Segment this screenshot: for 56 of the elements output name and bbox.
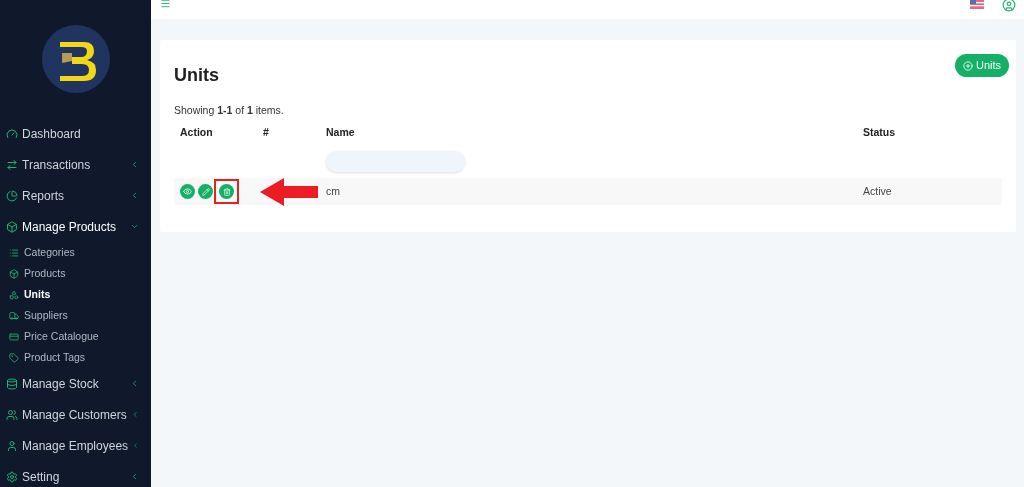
nav-item[interactable]: Setting: [0, 461, 151, 487]
nav-item[interactable]: Manage Employees: [0, 430, 151, 461]
page-title: Units: [174, 64, 219, 87]
user-icon: [6, 439, 18, 452]
name-filter-field[interactable]: [326, 151, 465, 172]
nav-subitem[interactable]: Products: [0, 263, 151, 284]
tag-icon: [9, 352, 19, 363]
nav-item[interactable]: Manage Products: [0, 211, 151, 242]
annotation-arrow: [260, 178, 318, 206]
logo: [41, 25, 110, 93]
box-icon: [6, 220, 18, 233]
users-icon: [6, 408, 18, 421]
chevron-left-icon: [130, 410, 139, 419]
list-icon: [9, 247, 19, 258]
settings-icon: [6, 470, 18, 483]
nav-item[interactable]: Dashboard: [0, 118, 151, 149]
pie-chart-icon: [6, 189, 18, 202]
nav-subitem[interactable]: Categories: [0, 242, 151, 263]
nav-subitem[interactable]: Price Catalogue: [0, 326, 151, 347]
delete-button[interactable]: [219, 184, 234, 199]
truck-icon: [9, 310, 19, 321]
nav-subitem[interactable]: Product Tags: [0, 347, 151, 368]
nav-item[interactable]: Reports: [0, 180, 151, 211]
chevron-left-icon: [130, 472, 139, 481]
nav-subitem[interactable]: Suppliers: [0, 305, 151, 326]
arrows-icon: [6, 158, 18, 171]
chevron-left-icon: [132, 441, 139, 450]
view-button[interactable]: [180, 184, 195, 199]
nav-item[interactable]: Transactions: [0, 149, 151, 180]
eye-icon: [183, 187, 192, 196]
table-cell-text: cm: [326, 183, 341, 199]
nav-subitem[interactable]: Units: [0, 284, 151, 305]
chevron-left-icon: [130, 191, 139, 200]
gauge-icon: [6, 127, 18, 140]
box-icon: [9, 268, 19, 279]
shapes-icon: [9, 289, 19, 300]
edit-button[interactable]: [198, 184, 213, 199]
database-icon: [6, 377, 18, 390]
menu-icon[interactable]: [160, 0, 171, 9]
column-header: #: [263, 125, 270, 140]
table-cell-text: Active: [863, 183, 893, 199]
card-icon: [9, 331, 19, 342]
column-header: Name: [326, 125, 356, 140]
trash-icon: [222, 187, 231, 196]
column-header: Status: [863, 125, 897, 140]
pencil-icon: [201, 187, 210, 196]
user-avatar-icon[interactable]: [1002, 0, 1016, 12]
nav-item[interactable]: Manage Customers: [0, 399, 151, 430]
flag-icon[interactable]: [970, 0, 984, 9]
nav-item[interactable]: Manage Stock: [0, 368, 151, 399]
chevron-left-icon: [130, 379, 139, 388]
column-header: Action: [180, 125, 214, 140]
chevron-down-icon: [130, 222, 139, 231]
plus-icon: [962, 60, 973, 71]
chevron-left-icon: [130, 160, 139, 169]
summary-text: Showing 1-1 of 1 items.: [174, 104, 284, 116]
